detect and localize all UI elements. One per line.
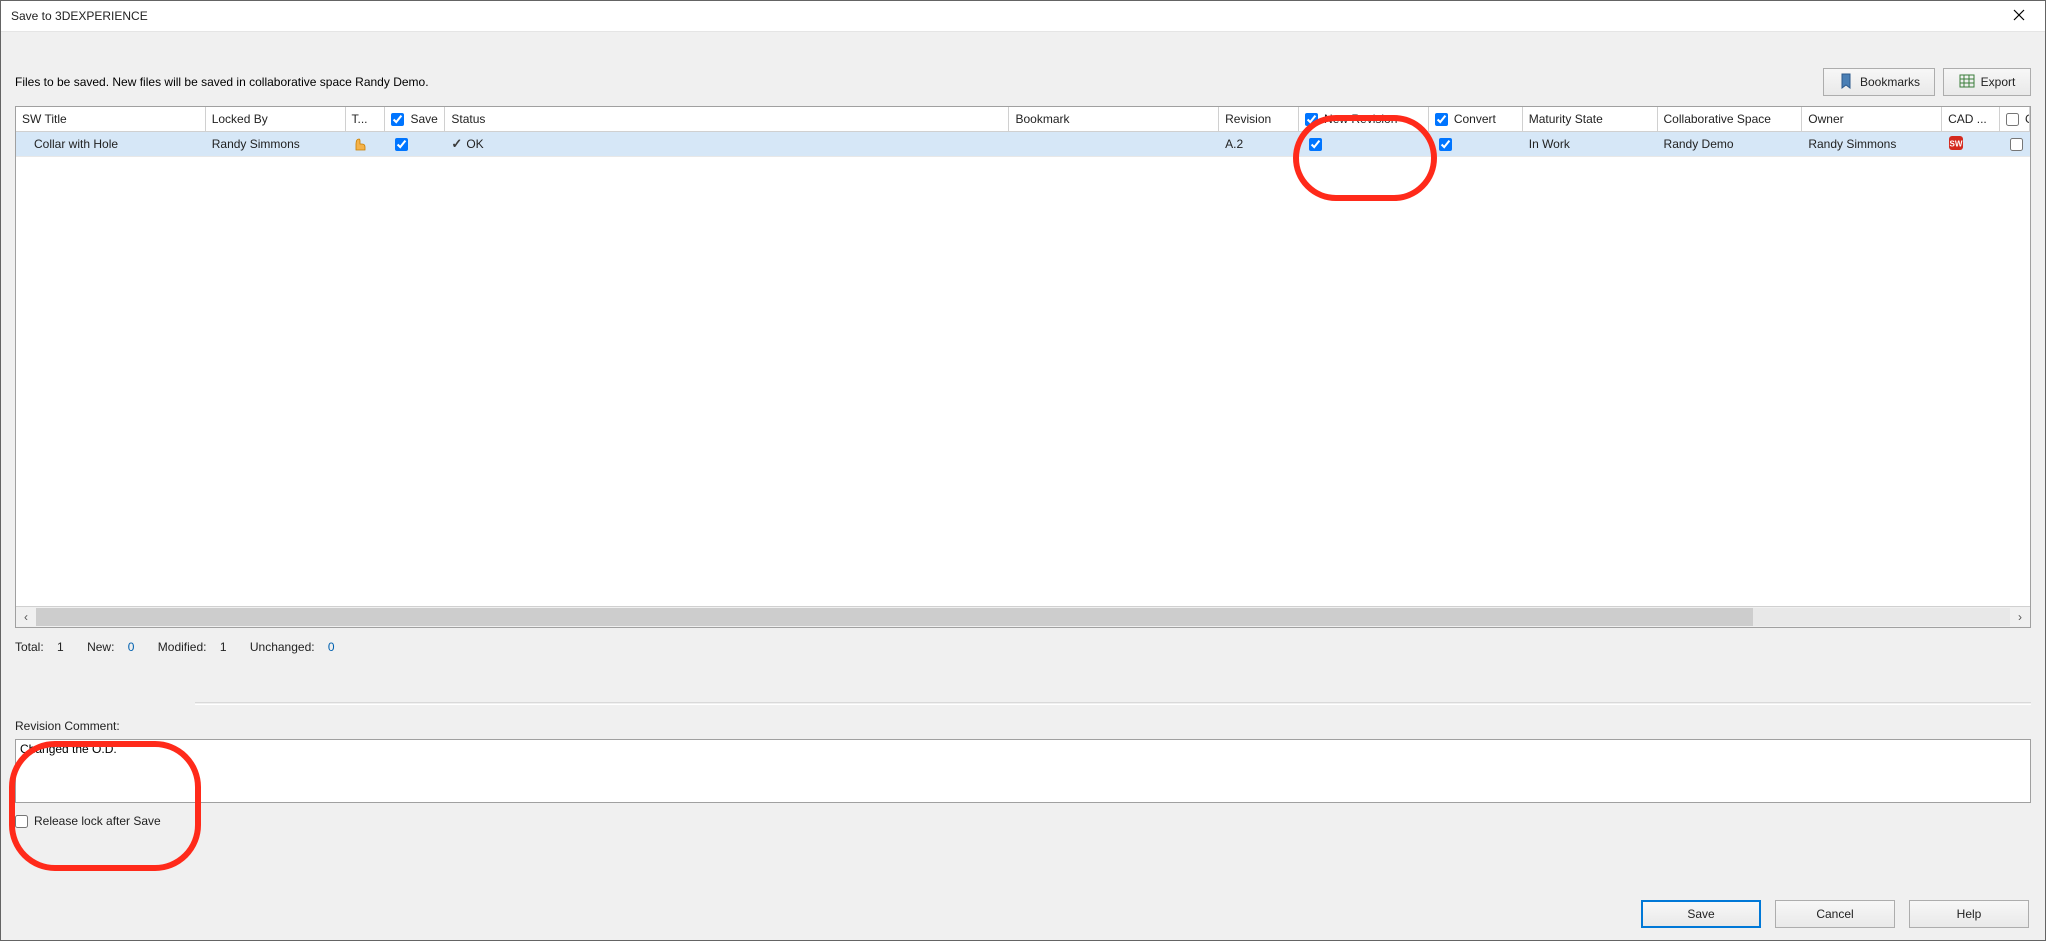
check-icon: ✓: [451, 136, 462, 152]
cell-locked-by: Randy Simmons: [212, 137, 300, 151]
release-lock-checkbox[interactable]: [15, 815, 28, 828]
help-button-label: Help: [1957, 907, 1982, 921]
revision-comment-input[interactable]: [15, 739, 2031, 803]
revision-comment-label: Revision Comment:: [15, 719, 2031, 733]
summary-modified: 1: [220, 640, 227, 654]
col-new-revision[interactable]: New Revision: [1299, 107, 1429, 131]
bookmarks-button-label: Bookmarks: [1860, 75, 1920, 89]
close-button[interactable]: [1999, 2, 2039, 30]
release-lock-label: Release lock after Save: [34, 814, 161, 828]
window-title: Save to 3DEXPERIENCE: [11, 9, 148, 23]
scroll-track[interactable]: [36, 608, 2010, 626]
col-g[interactable]: G: [2000, 107, 2030, 131]
bookmarks-button[interactable]: Bookmarks: [1823, 68, 1935, 96]
files-table: SW Title Locked By T... Save Status Book…: [15, 106, 2031, 628]
save-button-label: Save: [1687, 907, 1714, 921]
info-text: Files to be saved. New files will be sav…: [15, 75, 429, 89]
scroll-right-arrow[interactable]: ›: [2010, 608, 2030, 626]
cell-collab-space: Randy Demo: [1664, 137, 1734, 151]
svg-text:SW: SW: [1950, 139, 1963, 148]
col-status[interactable]: Status: [445, 107, 1009, 131]
summary-unchanged: 0: [328, 640, 335, 654]
col-sw-title[interactable]: SW Title: [16, 107, 206, 131]
export-table-icon: [1959, 73, 1975, 92]
help-button[interactable]: Help: [1909, 900, 2029, 928]
summary-total: 1: [57, 640, 64, 654]
row-checkbox-save[interactable]: [395, 138, 408, 151]
row-checkbox-g[interactable]: [2010, 138, 2023, 151]
cell-sw-title: Collar with Hole: [34, 137, 118, 151]
col-locked-by[interactable]: Locked By: [206, 107, 346, 131]
col-revision[interactable]: Revision: [1219, 107, 1299, 131]
cell-maturity-state: In Work: [1529, 137, 1570, 151]
cancel-button-label: Cancel: [1816, 907, 1853, 921]
table-header-row: SW Title Locked By T... Save Status Book…: [16, 107, 2030, 132]
header-checkbox-convert[interactable]: [1435, 113, 1448, 126]
separator: [195, 702, 2031, 705]
header-checkbox-g[interactable]: [2006, 113, 2019, 126]
title-bar: Save to 3DEXPERIENCE: [1, 1, 2045, 32]
col-type[interactable]: T...: [346, 107, 386, 131]
row-checkbox-new-revision[interactable]: [1309, 138, 1322, 151]
export-button-label: Export: [1981, 75, 2016, 89]
close-icon: [2013, 9, 2025, 24]
bookmark-icon: [1838, 73, 1854, 92]
cell-owner: Randy Simmons: [1808, 137, 1896, 151]
summary-new: 0: [128, 640, 135, 654]
cell-revision: A.2: [1225, 137, 1243, 151]
col-owner[interactable]: Owner: [1802, 107, 1942, 131]
save-button[interactable]: Save: [1641, 900, 1761, 928]
header-checkbox-save[interactable]: [391, 113, 404, 126]
col-save[interactable]: Save: [385, 107, 445, 131]
summary-row: Total: 1 New: 0 Modified: 1 Unchanged: 0: [15, 640, 2031, 654]
col-convert[interactable]: Convert: [1429, 107, 1523, 131]
col-collab-space[interactable]: Collaborative Space: [1658, 107, 1803, 131]
row-checkbox-convert[interactable]: [1439, 138, 1452, 151]
dialog-window: Save to 3DEXPERIENCE Files to be saved. …: [0, 0, 2046, 941]
table-row[interactable]: Collar with Hole Randy Simmons ✓ OK A.2 …: [16, 132, 2030, 157]
col-maturity-state[interactable]: Maturity State: [1523, 107, 1658, 131]
col-cad[interactable]: CAD ...: [1942, 107, 2000, 131]
table-horizontal-scrollbar[interactable]: ‹ ›: [16, 606, 2030, 627]
part-icon: [352, 136, 368, 152]
scroll-thumb[interactable]: [36, 608, 1753, 626]
cell-status: OK: [466, 137, 483, 151]
header-checkbox-new-revision[interactable]: [1305, 113, 1318, 126]
scroll-left-arrow[interactable]: ‹: [16, 608, 36, 626]
col-bookmark[interactable]: Bookmark: [1009, 107, 1219, 131]
export-button[interactable]: Export: [1943, 68, 2031, 96]
cancel-button[interactable]: Cancel: [1775, 900, 1895, 928]
solidworks-icon: SW: [1948, 135, 1964, 154]
